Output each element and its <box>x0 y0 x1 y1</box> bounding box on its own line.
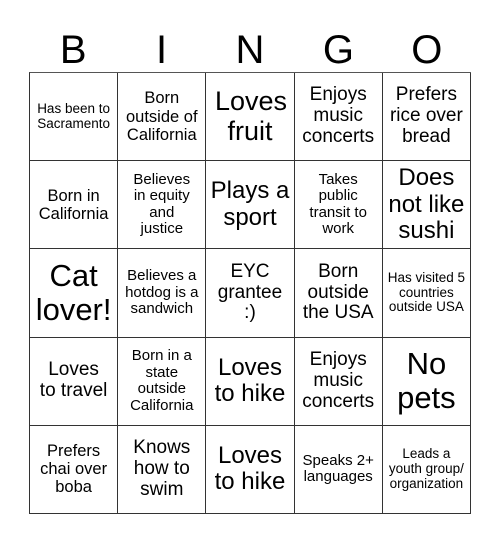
cell-text: Believes a hotdog is a sandwich <box>125 267 199 318</box>
bingo-cell[interactable]: Enjoys music concerts <box>294 337 383 426</box>
bingo-cell[interactable]: Loves to travel <box>30 337 119 426</box>
bingo-cell[interactable]: Born in California <box>30 161 119 250</box>
cell-text: Plays a sport <box>210 177 290 231</box>
bingo-cell[interactable]: Has visited 5 countries outside USA <box>382 249 471 338</box>
bingo-cell[interactable]: Born outside the USA <box>294 249 383 338</box>
header-letter-o: O <box>411 28 443 72</box>
cell-text: Takes public transit to work <box>309 170 367 238</box>
bingo-cell[interactable]: Speaks 2+ languages <box>294 425 383 514</box>
bingo-cell[interactable]: Born in a state outside California <box>118 337 207 426</box>
cell-text: Enjoys music concerts <box>302 348 375 412</box>
bingo-cell[interactable]: Plays a sport <box>206 161 295 250</box>
cell-text: Loves to hike <box>214 353 286 408</box>
bingo-cell[interactable]: Born outside of California <box>118 73 207 162</box>
bingo-cell[interactable]: Loves to hike <box>206 425 295 514</box>
cell-text: Born outside the USA <box>302 260 374 324</box>
bingo-cell[interactable]: Believes a hotdog is a sandwich <box>118 249 207 338</box>
cell-text: Knows how to swim <box>133 437 191 500</box>
cell-text: Born outside of California <box>126 89 198 144</box>
cell-text: EYC grantee :) <box>217 260 283 324</box>
bingo-cell[interactable]: Does not like sushi <box>382 161 471 250</box>
cell-text: Born in a state outside California <box>130 347 194 414</box>
cell-text: Has visited 5 countries outside USA <box>387 269 466 315</box>
header-letter-g: G <box>322 28 354 72</box>
cell-text: Prefers chai over boba <box>40 442 108 497</box>
cell-text: Born in California <box>38 186 109 223</box>
bingo-cell[interactable]: Enjoys music concerts <box>294 73 383 162</box>
bingo-card-grid: Has been to Sacramento Born outside of C… <box>29 72 471 514</box>
bingo-cell[interactable]: Prefers chai over boba <box>30 425 119 514</box>
cell-text: No pets <box>397 346 456 416</box>
cell-text: Believes in equity and justice <box>133 170 191 238</box>
header-letter-b: B <box>59 28 87 72</box>
header-letter-n: N <box>235 28 265 72</box>
bingo-header: B I N G O <box>29 28 471 72</box>
cell-text: Loves to travel <box>39 359 108 402</box>
cell-text: Speaks 2+ languages <box>302 451 374 486</box>
cell-text: Loves fruit <box>214 85 288 146</box>
bingo-cell[interactable]: Prefers rice over bread <box>382 73 471 162</box>
header-letter-i: I <box>156 28 168 72</box>
bingo-cell[interactable]: Loves to hike <box>206 337 295 426</box>
cell-text: Does not like sushi <box>388 164 465 244</box>
bingo-cell[interactable]: Takes public transit to work <box>294 161 383 250</box>
bingo-cell[interactable]: Has been to Sacramento <box>30 73 119 162</box>
bingo-cell[interactable]: Cat lover! <box>30 249 119 338</box>
bingo-cell[interactable]: EYC grantee :) <box>206 249 295 338</box>
bingo-cell[interactable]: Knows how to swim <box>118 425 207 514</box>
cell-text: Enjoys music concerts <box>302 84 375 148</box>
bingo-cell[interactable]: Leads a youth group/ organization <box>382 425 471 514</box>
bingo-cell[interactable]: No pets <box>382 337 471 426</box>
cell-text: Prefers rice over bread <box>389 84 463 148</box>
cell-text: Leads a youth group/ organization <box>388 446 464 491</box>
cell-text: Has been to Sacramento <box>37 100 110 131</box>
bingo-cell[interactable]: Loves fruit <box>206 73 295 162</box>
bingo-cell[interactable]: Believes in equity and justice <box>118 161 207 250</box>
cell-text: Cat lover! <box>35 257 112 327</box>
cell-text: Loves to hike <box>214 442 286 496</box>
